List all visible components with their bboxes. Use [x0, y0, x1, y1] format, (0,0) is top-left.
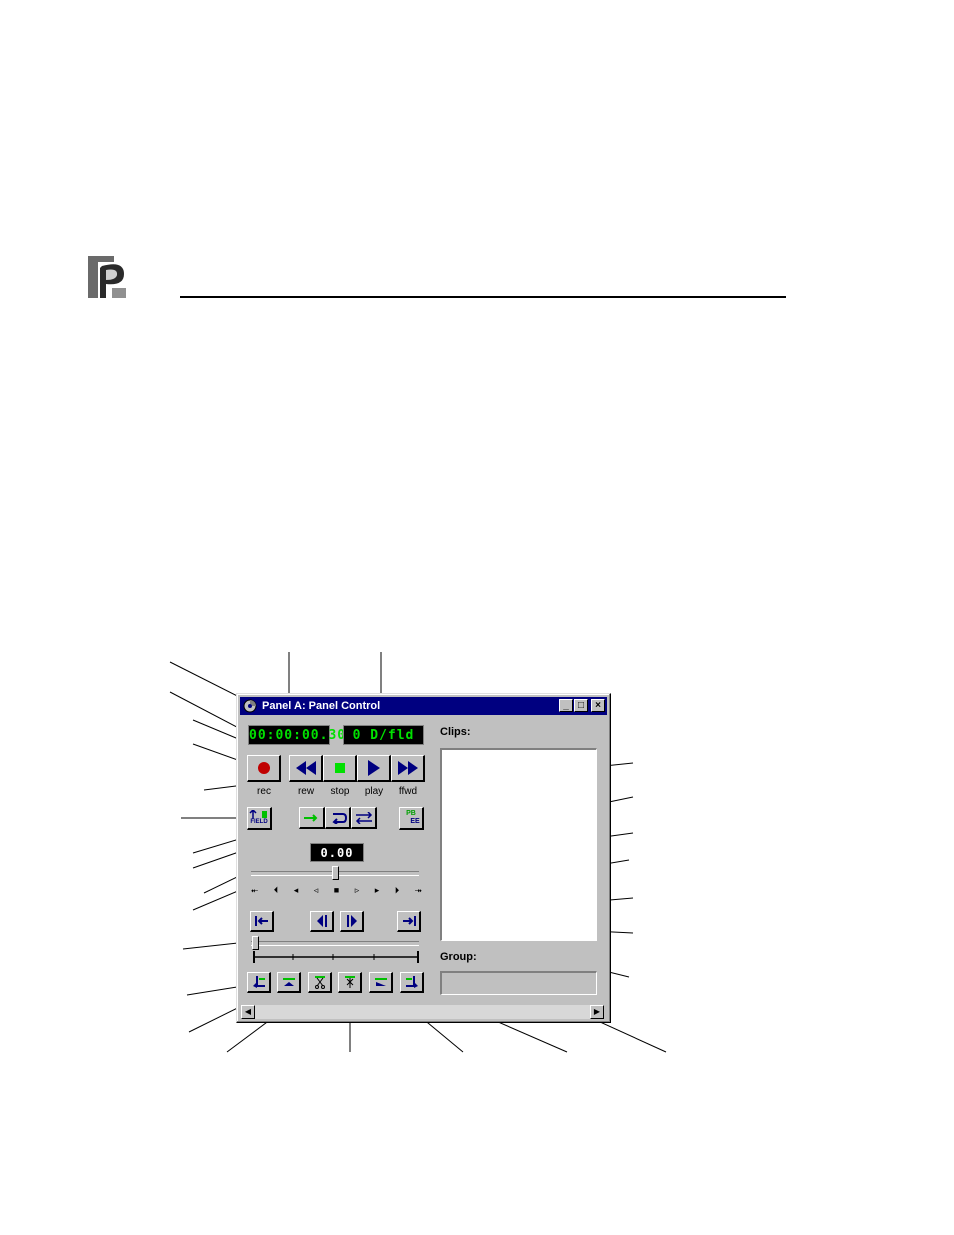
- cut-in-button[interactable]: [308, 972, 332, 993]
- minimize-button[interactable]: _: [559, 699, 573, 712]
- shuttle-fwd-med[interactable]: ▸: [375, 885, 379, 896]
- record-button[interactable]: [247, 755, 281, 782]
- mark-out-icon: [405, 976, 418, 988]
- mark-in-icon: [252, 976, 265, 988]
- step-forward-button[interactable]: [340, 911, 364, 932]
- shuttle-fwd-slow[interactable]: ▹: [355, 885, 359, 896]
- title-bar[interactable]: Panel A: Panel Control _ □ ×: [240, 697, 607, 715]
- goto-start-icon: [254, 916, 268, 926]
- callout-lines: [169, 652, 667, 1053]
- stop-icon: [334, 763, 345, 773]
- position-slider-thumb[interactable]: [252, 936, 259, 950]
- play-button[interactable]: [357, 755, 391, 782]
- goto-out-button[interactable]: [369, 972, 393, 993]
- group-label: Group:: [440, 951, 477, 963]
- shuttle-speed-row: ⯬ ⏴ ◂ ◃ ■ ▹ ▸ ⏵ ⯮: [251, 884, 422, 896]
- mark-out-button[interactable]: [400, 972, 424, 993]
- company-logo: [84, 252, 130, 302]
- shuttle-fwd-max[interactable]: ⯮: [415, 885, 422, 896]
- goto-out-icon: [374, 978, 387, 986]
- shuttle-rev-max[interactable]: ⯬: [251, 885, 258, 896]
- shuttle-fwd-fast[interactable]: ⏵: [395, 885, 399, 896]
- field-mode-button[interactable]: FIELD: [247, 807, 272, 830]
- speed-slider-thumb[interactable]: [332, 866, 339, 880]
- panel-control-window: Panel A: Panel Control _ □ × 00:00:00.30…: [236, 693, 611, 1023]
- play-icon: [367, 760, 380, 776]
- clips-list[interactable]: [440, 748, 597, 941]
- goto-in-icon: [282, 978, 295, 986]
- record-icon: [257, 762, 270, 774]
- goto-start-button[interactable]: [250, 911, 274, 932]
- shuttle-stop[interactable]: ■: [334, 885, 340, 895]
- scissors-out-icon: [344, 976, 355, 988]
- cut-out-button[interactable]: [338, 972, 362, 993]
- header-rule: [180, 296, 786, 298]
- fast-forward-icon: [397, 761, 418, 775]
- loop-button[interactable]: [325, 807, 351, 829]
- close-button[interactable]: ×: [591, 699, 605, 712]
- rec-label: rec: [257, 786, 271, 797]
- pb-text: PB: [406, 810, 416, 817]
- position-slider-track[interactable]: [251, 941, 419, 946]
- field-mode-text: FIELD: [250, 819, 268, 825]
- ee-text: EE: [410, 818, 420, 825]
- single-play-button[interactable]: [299, 807, 325, 829]
- bounce-icon: [355, 811, 372, 824]
- app-icon: [243, 699, 257, 713]
- step-forward-icon: [346, 915, 357, 927]
- ffwd-label: ffwd: [398, 786, 418, 797]
- mark-in-button[interactable]: [247, 972, 271, 993]
- step-back-button[interactable]: [310, 911, 334, 932]
- shuttle-rev-slow[interactable]: ◃: [314, 885, 318, 896]
- speed-display[interactable]: 0.00: [310, 843, 364, 862]
- shuttle-rev-med[interactable]: ◂: [294, 885, 298, 896]
- fast-forward-button[interactable]: [391, 755, 425, 782]
- scroll-left-button[interactable]: ◀: [241, 1005, 255, 1019]
- maximize-button[interactable]: □: [574, 699, 588, 712]
- field-toggle-icon: [249, 810, 267, 819]
- step-back-icon: [316, 915, 327, 927]
- goto-end-button[interactable]: [397, 911, 421, 932]
- goto-in-button[interactable]: [277, 972, 301, 993]
- mark-bar: [253, 951, 419, 963]
- timecode-display[interactable]: 00:00:00.30: [248, 725, 345, 745]
- rewind-button[interactable]: [289, 755, 323, 782]
- goto-end-icon: [402, 916, 416, 926]
- scissors-in-icon: [314, 976, 325, 989]
- group-field[interactable]: [440, 971, 597, 995]
- pb-ee-button[interactable]: PB EE: [399, 807, 424, 830]
- clips-label: Clips:: [440, 726, 471, 738]
- bounce-button[interactable]: [351, 807, 377, 829]
- shuttle-rev-fast[interactable]: ⏴: [274, 885, 278, 896]
- rewind-icon: [295, 761, 316, 775]
- fields-display[interactable]: 0 D/fld: [343, 725, 424, 745]
- stop-button[interactable]: [323, 755, 357, 782]
- scroll-right-button[interactable]: ▶: [590, 1005, 604, 1019]
- loop-icon: [331, 812, 347, 824]
- window-title: Panel A: Panel Control: [262, 700, 381, 712]
- arrow-right-icon: [303, 813, 317, 822]
- horizontal-scrollbar[interactable]: ◀ ▶: [241, 1005, 604, 1019]
